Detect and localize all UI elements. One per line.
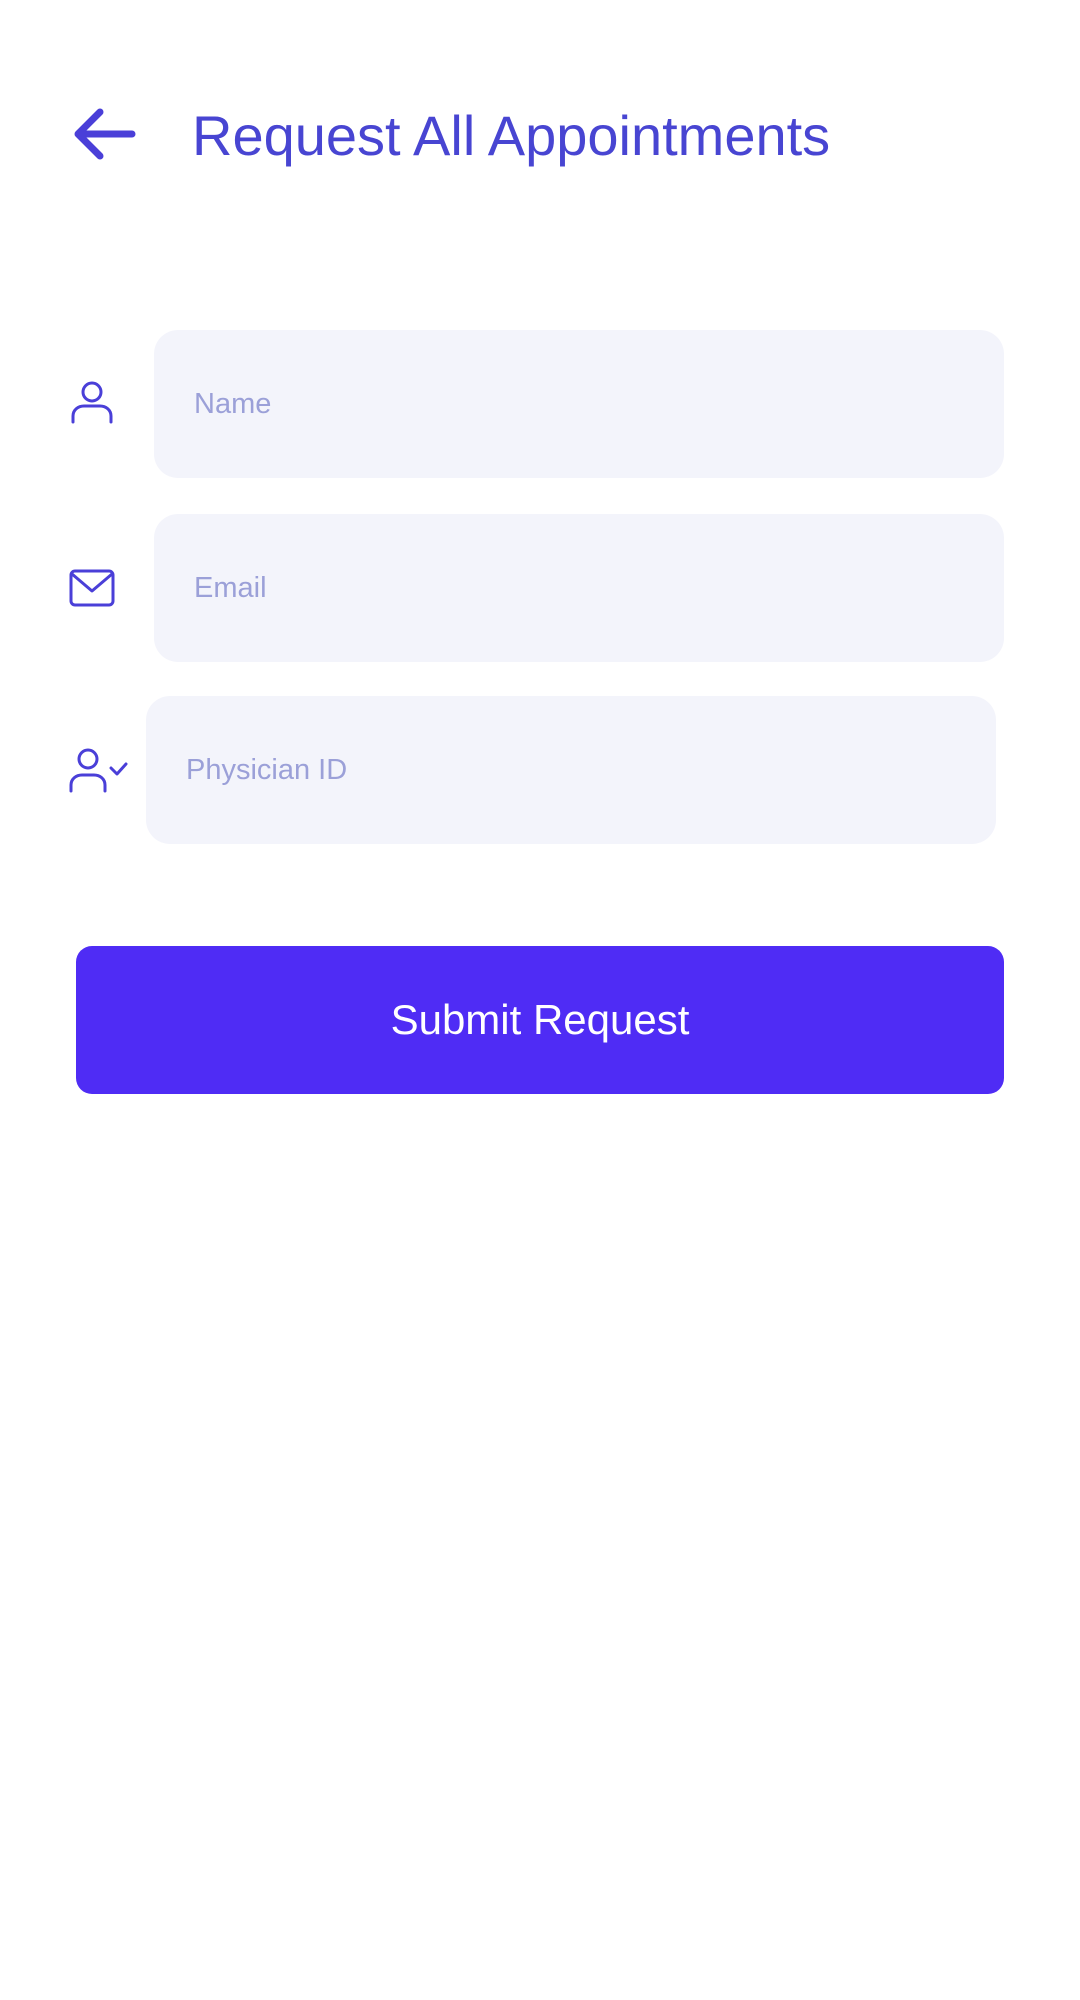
physician-id-input[interactable] [146,696,996,844]
physician-id-field [146,696,996,844]
user-icon [64,378,120,434]
envelope-icon [64,562,120,618]
back-arrow-icon[interactable] [70,104,140,164]
submit-request-button[interactable]: Submit Request [76,946,1004,1094]
email-input[interactable] [154,514,1004,662]
name-input[interactable] [154,330,1004,478]
user-check-icon [64,744,134,800]
page-title: Request All Appointments [192,104,831,167]
email-field [154,514,1004,662]
name-field [154,330,1004,478]
